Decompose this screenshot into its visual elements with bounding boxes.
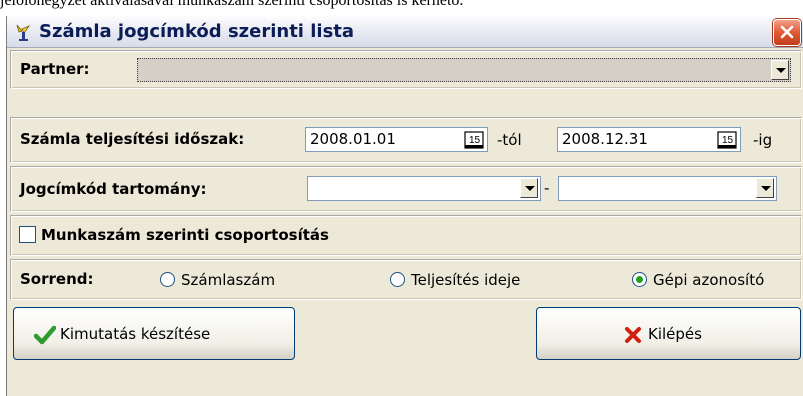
- code-to-select[interactable]: [558, 176, 777, 201]
- period-to-suffix: -ig: [753, 131, 773, 149]
- app-icon: [13, 22, 33, 42]
- grouping-checkbox[interactable]: [19, 226, 36, 243]
- title-bar[interactable]: Számla jogcímkód szerinti lista: [7, 16, 803, 48]
- dropdown-arrow-icon: [776, 68, 786, 73]
- period-label: Számla teljesítési időszak:: [20, 130, 245, 148]
- create-report-button[interactable]: Kimutatás készítése: [13, 307, 295, 360]
- code-range-row: Jogcímkód tartomány: -: [10, 166, 802, 212]
- calendar-icon[interactable]: 15: [717, 131, 737, 149]
- radio-selected-dot: [636, 276, 643, 283]
- grouping-row: Munkaszám szerinti csoportosítás: [10, 215, 802, 256]
- exit-label: Kilépés: [648, 325, 702, 343]
- partner-label: Partner:: [20, 60, 90, 78]
- sort-option-invoice-number[interactable]: Számlaszám: [181, 271, 275, 289]
- period-from-field[interactable]: 2008.01.01: [305, 127, 488, 152]
- dropdown-arrow-icon: [761, 186, 771, 191]
- period-from-suffix: -tól: [497, 131, 522, 149]
- partner-dropdown-button[interactable]: [771, 60, 789, 80]
- exit-button[interactable]: Kilépés: [536, 307, 801, 360]
- svg-text:15: 15: [722, 135, 734, 146]
- close-button[interactable]: [773, 19, 801, 46]
- code-from-select[interactable]: [307, 176, 541, 201]
- sort-radio-fulfillment-date[interactable]: [390, 272, 405, 287]
- partner-row: Partner:: [10, 50, 802, 89]
- dialog-window: Számla jogcímkód szerinti lista Partner:…: [6, 16, 803, 396]
- sort-option-machine-id[interactable]: Gépi azonosító: [653, 271, 764, 289]
- sort-row: Sorrend: Számlaszám Teljesítés ideje Gép…: [10, 259, 802, 300]
- grouping-label[interactable]: Munkaszám szerinti csoportosítás: [41, 226, 329, 244]
- period-row: Számla teljesítési időszak: 2008.01.01 1…: [10, 117, 802, 163]
- close-icon: [780, 25, 794, 39]
- sort-option-fulfillment-date[interactable]: Teljesítés ideje: [411, 271, 520, 289]
- code-range-separator: -: [544, 179, 550, 197]
- code-to-dropdown-button[interactable]: [756, 178, 774, 198]
- dropdown-arrow-icon: [525, 186, 535, 191]
- svg-text:15: 15: [469, 135, 481, 146]
- code-range-label: Jogcímkód tartomány:: [20, 180, 207, 198]
- period-to-field[interactable]: 2008.12.31: [557, 127, 741, 152]
- document-text-line: jelölőnégyzet aktiválásával munkaszám sz…: [0, 0, 464, 9]
- calendar-icon[interactable]: 15: [464, 131, 484, 149]
- sort-radio-machine-id[interactable]: [632, 272, 647, 287]
- checkmark-icon: [34, 325, 56, 345]
- sort-label: Sorrend:: [20, 270, 94, 288]
- x-icon: [625, 327, 641, 343]
- window-title: Számla jogcímkód szerinti lista: [39, 21, 355, 42]
- create-report-label: Kimutatás készítése: [60, 325, 211, 343]
- partner-select[interactable]: [137, 58, 791, 82]
- sort-radio-invoice-number[interactable]: [160, 272, 175, 287]
- code-from-dropdown-button[interactable]: [520, 178, 538, 198]
